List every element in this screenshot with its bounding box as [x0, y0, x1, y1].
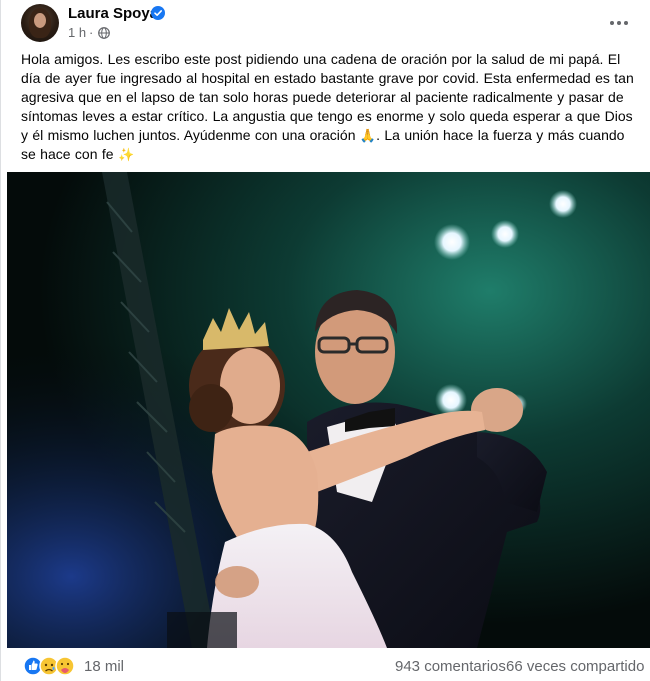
ellipsis-dot — [610, 21, 614, 25]
post-header: Laura Spoya 1 h · — [1, 0, 650, 48]
reaction-count[interactable]: 18 mil — [84, 659, 124, 675]
reaction-icons[interactable] — [23, 656, 79, 676]
author-name[interactable]: Laura Spoya — [68, 5, 158, 23]
engagement-bar: 18 mil 943 comentarios 66 veces comparti… — [1, 650, 650, 681]
post-timestamp[interactable]: 1 h — [68, 25, 86, 41]
facebook-post: Laura Spoya 1 h · Hola amigos. Les escri… — [0, 0, 650, 681]
more-options-button[interactable] — [601, 8, 637, 38]
globe-icon[interactable] — [98, 27, 110, 39]
verified-badge-icon — [151, 6, 165, 20]
shares-count[interactable]: 66 veces compartido — [506, 659, 644, 675]
care-icon — [55, 656, 75, 676]
comments-count[interactable]: 943 comentarios — [395, 659, 506, 675]
author-avatar[interactable] — [21, 4, 59, 42]
ellipsis-dot — [624, 21, 628, 25]
post-text: Hola amigos. Les escribo este post pidie… — [21, 50, 635, 164]
post-photo[interactable] — [7, 172, 650, 648]
ellipsis-dot — [617, 21, 621, 25]
pray-emoji-icon: 🙏 — [359, 128, 377, 143]
timestamp-separator: · — [89, 25, 94, 40]
sparkles-emoji-icon: ✨ — [117, 147, 135, 162]
